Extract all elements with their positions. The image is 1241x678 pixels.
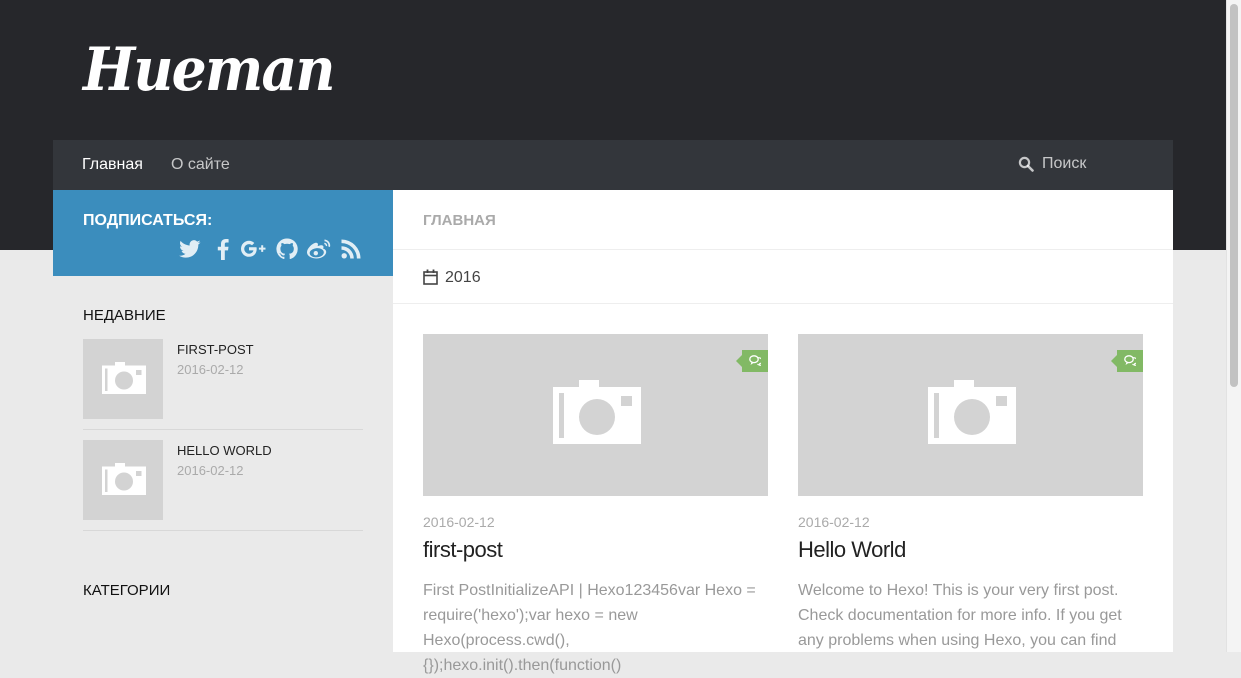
post-thumbnail bbox=[83, 440, 163, 520]
post-image-placeholder[interactable] bbox=[423, 334, 768, 496]
scrollbar-thumb[interactable] bbox=[1230, 4, 1238, 387]
comment-badge[interactable] bbox=[736, 350, 768, 372]
weibo-icon[interactable] bbox=[306, 236, 332, 262]
camera-icon bbox=[553, 380, 641, 444]
follow-title: ПОДПИСАТЬСЯ: bbox=[83, 212, 213, 229]
page-title: ГЛАВНАЯ bbox=[423, 212, 496, 229]
rss-icon[interactable] bbox=[338, 236, 364, 262]
recent-post-item[interactable]: HELLO WORLD 2016-02-12 bbox=[83, 440, 363, 531]
sidebar: ПОДПИСАТЬСЯ: НЕДАВНИЕ FIRST-POST 2016-02… bbox=[53, 190, 393, 652]
search-icon bbox=[1018, 156, 1034, 172]
main-nav: Главная О сайте Поиск bbox=[53, 140, 1173, 190]
archive-row: 2016 bbox=[393, 250, 1173, 304]
camera-icon bbox=[102, 362, 146, 394]
archive-year: 2016 bbox=[445, 269, 481, 286]
nav-item-about[interactable]: О сайте bbox=[171, 156, 230, 174]
recent-post-item[interactable]: FIRST-POST 2016-02-12 bbox=[83, 339, 363, 430]
post-excerpt: Welcome to Hexo! This is your very first… bbox=[798, 582, 1122, 649]
nav-item-home[interactable]: Главная bbox=[82, 156, 143, 174]
recent-post-date: 2016-02-12 bbox=[177, 362, 244, 377]
site-logo[interactable]: Hueman bbox=[83, 30, 336, 110]
post-date: 2016-02-12 bbox=[423, 514, 495, 530]
comments-icon bbox=[749, 355, 761, 366]
github-icon[interactable] bbox=[274, 236, 300, 262]
categories-title: КАТЕГОРИИ bbox=[83, 582, 171, 599]
camera-icon bbox=[102, 463, 146, 495]
main-content: ГЛАВНАЯ 2016 2016-02-12 first-post First… bbox=[393, 190, 1173, 674]
post-thumbnail bbox=[83, 339, 163, 419]
post-title[interactable]: Hello World bbox=[798, 537, 906, 563]
post-date: 2016-02-12 bbox=[798, 514, 870, 530]
post-image-placeholder[interactable] bbox=[798, 334, 1143, 496]
comments-icon bbox=[1124, 355, 1136, 366]
recent-post-date: 2016-02-12 bbox=[177, 463, 244, 478]
recent-post-title[interactable]: FIRST-POST bbox=[177, 342, 254, 357]
recent-posts-title: НЕДАВНИЕ bbox=[83, 307, 166, 324]
post-card[interactable]: 2016-02-12 first-post First PostInitiali… bbox=[423, 334, 768, 674]
recent-post-title[interactable]: HELLO WORLD bbox=[177, 443, 272, 458]
camera-icon bbox=[928, 380, 1016, 444]
page-scrollbar[interactable] bbox=[1226, 0, 1241, 652]
google-plus-icon[interactable] bbox=[241, 236, 267, 262]
follow-box: ПОДПИСАТЬСЯ: bbox=[53, 190, 393, 276]
page-title-bar: ГЛАВНАЯ bbox=[393, 190, 1173, 250]
search-label: Поиск bbox=[1042, 155, 1087, 172]
twitter-icon[interactable] bbox=[177, 236, 203, 262]
facebook-icon[interactable] bbox=[210, 236, 236, 262]
post-title[interactable]: first-post bbox=[423, 537, 503, 563]
calendar-icon bbox=[423, 269, 438, 285]
post-card[interactable]: 2016-02-12 Hello World Welcome to Hexo! … bbox=[798, 334, 1143, 654]
comment-badge[interactable] bbox=[1111, 350, 1143, 372]
post-excerpt: First PostInitializeAPI | Hexo123456var … bbox=[423, 582, 756, 674]
